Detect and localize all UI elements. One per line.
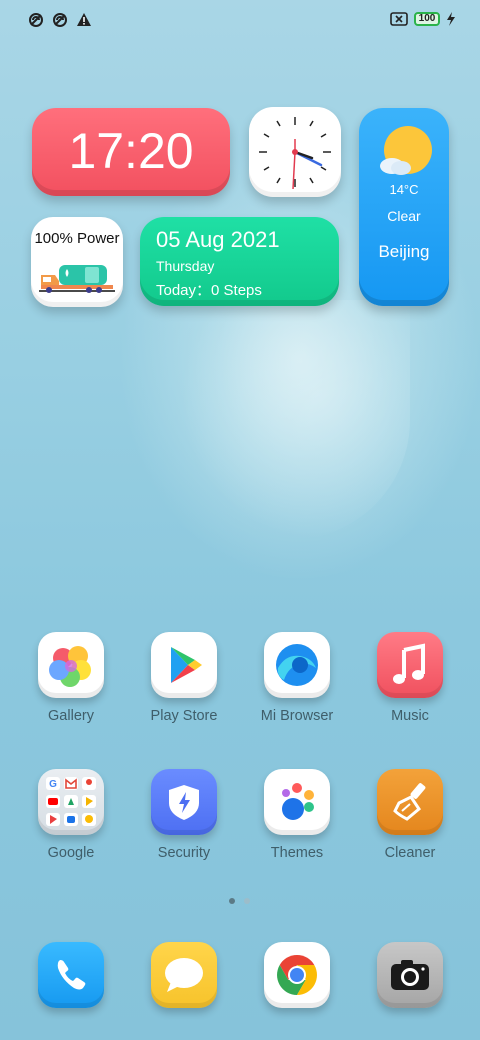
- battery-icon: 100: [414, 12, 440, 26]
- date-steps-widget[interactable]: 05 Aug 2021 Thursday Today：0 Steps: [140, 217, 339, 306]
- play-store-icon: [151, 632, 217, 698]
- app-music[interactable]: Music: [355, 632, 465, 724]
- google-folder-icon: G: [38, 769, 104, 835]
- weather-city: Beijing: [378, 242, 430, 261]
- gallery-icon: [38, 632, 104, 698]
- app-play-store[interactable]: Play Store: [129, 632, 239, 724]
- app-security[interactable]: Security: [129, 769, 239, 861]
- app-label: Mi Browser: [260, 708, 334, 724]
- page-dot-active[interactable]: [229, 898, 235, 904]
- app-mi-browser[interactable]: Mi Browser: [242, 632, 352, 724]
- app-label: Play Store: [150, 708, 218, 724]
- app-label: Cleaner: [384, 845, 436, 861]
- dock-camera[interactable]: [355, 942, 465, 1008]
- tanker-truck-icon: [39, 265, 115, 293]
- date-text: 05 Aug 2021: [156, 227, 280, 252]
- mi-browser-icon: [264, 632, 330, 698]
- digital-clock-widget[interactable]: 17:20: [32, 108, 230, 196]
- analog-clock-face: [259, 117, 331, 190]
- page-dot[interactable]: [244, 898, 250, 904]
- phone-icon: [38, 942, 104, 1008]
- camera-icon: [377, 942, 443, 1008]
- app-themes[interactable]: Themes: [242, 769, 352, 861]
- analog-clock-widget[interactable]: [249, 107, 341, 197]
- app-google-folder[interactable]: G Google: [16, 769, 126, 861]
- themes-icon: [264, 769, 330, 835]
- weather-widget[interactable]: 14°C Clear Beijing: [359, 108, 449, 306]
- app-label: Google: [47, 845, 95, 861]
- messages-icon: [151, 942, 217, 1008]
- charging-bolt-icon: [447, 12, 455, 26]
- app-cleaner[interactable]: Cleaner: [355, 769, 465, 861]
- power-label: 100% Power: [34, 230, 120, 247]
- app-label: Security: [157, 845, 211, 861]
- app-label: Music: [391, 708, 429, 724]
- steps-text: Today：0 Steps: [156, 282, 262, 299]
- time-text: 17:20: [68, 123, 194, 179]
- app-label: Themes: [270, 845, 324, 861]
- security-shield-icon: [151, 769, 217, 835]
- status-bar: 100: [28, 12, 456, 32]
- chrome-icon: [264, 942, 330, 1008]
- dock-messages[interactable]: [129, 942, 239, 1008]
- app-label: Gallery: [48, 708, 94, 724]
- page-indicator[interactable]: [229, 898, 250, 904]
- app-gallery[interactable]: Gallery: [16, 632, 126, 724]
- no-sim-icon: [390, 12, 408, 26]
- dock-phone[interactable]: [16, 942, 126, 1008]
- sun-cloud-icon: [380, 126, 432, 175]
- cleaner-brush-icon: [377, 769, 443, 835]
- svg-text:G: G: [49, 779, 57, 790]
- weekday-text: Thursday: [156, 258, 215, 274]
- dock-chrome[interactable]: [242, 942, 352, 1008]
- music-note-icon: [377, 632, 443, 698]
- weather-condition: Clear: [387, 208, 421, 224]
- no-signal-icon: [29, 13, 43, 27]
- power-widget[interactable]: 100% Power: [31, 217, 123, 307]
- warning-icon: [77, 13, 91, 26]
- weather-temperature: 14°C: [389, 182, 419, 197]
- no-signal-icon: [53, 13, 67, 27]
